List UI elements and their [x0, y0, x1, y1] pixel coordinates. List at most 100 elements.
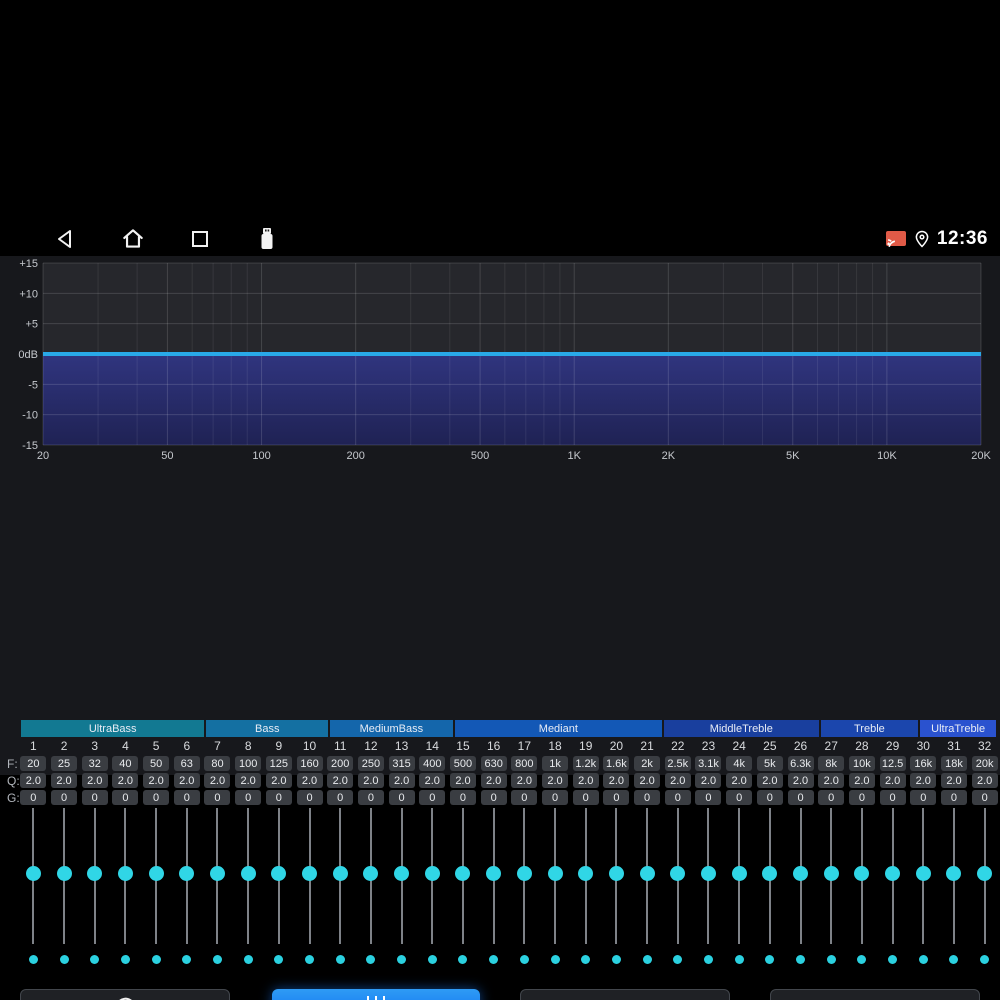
- cast-icon: [885, 231, 906, 248]
- gain-slider-13[interactable]: [386, 808, 417, 944]
- slider-knob-6[interactable]: [179, 866, 195, 881]
- gain-slider-3[interactable]: [79, 808, 110, 944]
- slider-knob-28[interactable]: [854, 866, 870, 881]
- slider-knob-3[interactable]: [87, 866, 103, 881]
- slider-knob-22[interactable]: [670, 866, 686, 881]
- freq-value-30: 16k: [910, 756, 937, 771]
- channel-dot-14: [427, 954, 437, 964]
- q-value-1: 2.0: [20, 773, 47, 788]
- freq-value-12: 250: [357, 756, 384, 771]
- scene-button[interactable]: Scene: [520, 989, 730, 1000]
- band-middletreble[interactable]: MiddleTreble: [664, 720, 819, 737]
- slider-knob-23[interactable]: [700, 866, 716, 881]
- slider-knob-12[interactable]: [363, 866, 379, 881]
- channel-dot-30: [918, 954, 928, 964]
- gain-value-31: 0: [940, 790, 967, 805]
- gain-slider-15[interactable]: [448, 808, 479, 944]
- q-value-row: 2.0 2.0 2.0 2.0 2.0 2.0 2.0 2.0 2.0 2.0 2.0 2.0 2.0 2…: [18, 773, 1000, 788]
- slider-knob-17[interactable]: [516, 866, 532, 881]
- slider-knob-4[interactable]: [117, 866, 133, 881]
- slider-knob-14[interactable]: [424, 866, 440, 881]
- gain-slider-24[interactable]: [724, 808, 755, 944]
- back-button[interactable]: [48, 224, 84, 254]
- home-button[interactable]: [115, 224, 151, 254]
- slider-knob-30[interactable]: [915, 866, 931, 881]
- slider-knob-1[interactable]: [25, 866, 41, 881]
- gain-slider-31[interactable]: [939, 808, 970, 944]
- slider-knob-13[interactable]: [394, 866, 410, 881]
- band-ultrabass[interactable]: UltraBass: [21, 720, 205, 737]
- slider-knob-8[interactable]: [240, 866, 256, 881]
- gain-slider-22[interactable]: [662, 808, 693, 944]
- gain-slider-26[interactable]: [785, 808, 816, 944]
- slider-knob-29[interactable]: [885, 866, 901, 881]
- slider-knob-10[interactable]: [302, 866, 318, 881]
- slider-knob-19[interactable]: [578, 866, 594, 881]
- freq-value-8: 100: [235, 756, 262, 771]
- eq-tab-button[interactable]: [272, 989, 480, 1000]
- gain-slider-6[interactable]: [171, 808, 202, 944]
- svg-text:-5: -5: [28, 379, 38, 391]
- gain-slider-1[interactable]: [18, 808, 49, 944]
- slider-knob-9[interactable]: [271, 866, 287, 881]
- gain-slider-29[interactable]: [877, 808, 908, 944]
- reset-button[interactable]: [20, 989, 230, 1000]
- gain-slider-16[interactable]: [478, 808, 509, 944]
- gain-slider-5[interactable]: [141, 808, 172, 944]
- gain-slider-17[interactable]: [509, 808, 540, 944]
- band-treble[interactable]: Treble: [820, 720, 919, 737]
- channel-number-5: 5: [152, 739, 160, 753]
- gain-slider-27[interactable]: [816, 808, 847, 944]
- channel-number-18: 18: [548, 739, 562, 753]
- slider-knob-2[interactable]: [56, 866, 72, 881]
- sound-field-button[interactable]: Sound field: [770, 989, 980, 1000]
- q-value-2: 2.0: [51, 773, 78, 788]
- band-bass[interactable]: Bass: [206, 720, 329, 737]
- gain-slider-21[interactable]: [632, 808, 663, 944]
- slider-knob-27[interactable]: [823, 866, 839, 881]
- slider-knob-5[interactable]: [148, 866, 164, 881]
- freq-value-32: 20k: [971, 756, 998, 771]
- gain-slider-11[interactable]: [325, 808, 356, 944]
- gain-slider-7[interactable]: [202, 808, 233, 944]
- usb-button[interactable]: [249, 224, 285, 254]
- slider-knob-11[interactable]: [332, 866, 348, 881]
- slider-knob-15[interactable]: [455, 866, 471, 881]
- slider-knob-18[interactable]: [547, 866, 563, 881]
- gain-slider-8[interactable]: [233, 808, 264, 944]
- gain-slider-30[interactable]: [908, 808, 939, 944]
- gain-slider-19[interactable]: [570, 808, 601, 944]
- q-value-30: 2.0: [910, 773, 937, 788]
- gain-slider-20[interactable]: [601, 808, 632, 944]
- slider-knob-21[interactable]: [639, 866, 655, 881]
- slider-knob-24[interactable]: [731, 866, 747, 881]
- gain-slider-32[interactable]: [969, 808, 1000, 944]
- band-ultratreble[interactable]: UltraTreble: [920, 720, 997, 737]
- gain-slider-10[interactable]: [294, 808, 325, 944]
- slider-knob-26[interactable]: [793, 866, 809, 881]
- gain-slider-25[interactable]: [755, 808, 786, 944]
- channel-number-22: 22: [671, 739, 685, 753]
- band-mediant[interactable]: Mediant: [454, 720, 663, 737]
- freq-value-21: 2k: [634, 756, 661, 771]
- slider-knob-7[interactable]: [209, 866, 225, 881]
- slider-knob-25[interactable]: [762, 866, 778, 881]
- slider-knob-32[interactable]: [977, 866, 993, 881]
- gain-slider-18[interactable]: [540, 808, 571, 944]
- band-mediumbass[interactable]: MediumBass: [330, 720, 453, 737]
- gain-slider-28[interactable]: [847, 808, 878, 944]
- q-value-28: 2.0: [848, 773, 875, 788]
- gain-slider-4[interactable]: [110, 808, 141, 944]
- slider-knob-20[interactable]: [608, 866, 624, 881]
- gain-slider-2[interactable]: [49, 808, 80, 944]
- recents-button[interactable]: [182, 224, 218, 254]
- gain-slider-12[interactable]: [356, 808, 387, 944]
- slider-knob-31[interactable]: [946, 866, 962, 881]
- q-value-11: 2.0: [327, 773, 354, 788]
- eq-curve-chart: +15 +10 +5 0dB -5 -10 -1520 50 100 200 500 1K 2K 5K 10…: [18, 258, 991, 462]
- slider-knob-16[interactable]: [486, 866, 502, 881]
- gain-slider-9[interactable]: [264, 808, 295, 944]
- gain-slider-23[interactable]: [693, 808, 724, 944]
- freq-value-18: 1k: [542, 756, 569, 771]
- gain-slider-14[interactable]: [417, 808, 448, 944]
